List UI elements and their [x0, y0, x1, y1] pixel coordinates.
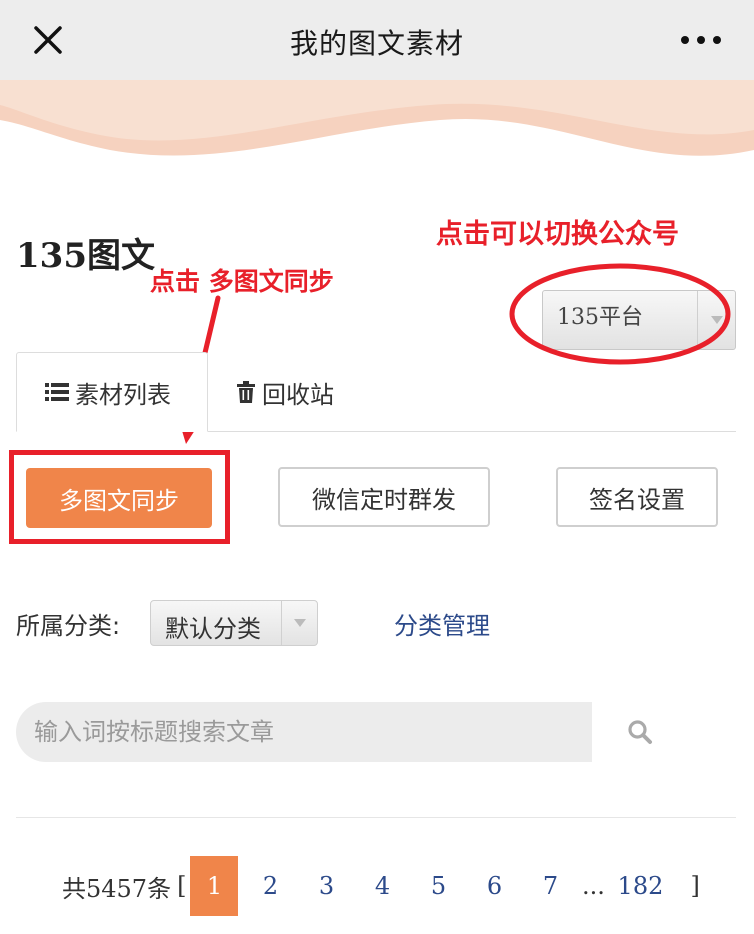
- more-dots-icon: [681, 36, 721, 44]
- decorative-wave: [0, 80, 754, 180]
- tab-bar: 素材列表 回收站: [16, 352, 736, 432]
- list-icon: [45, 382, 69, 402]
- category-label: 所属分类:: [16, 612, 121, 640]
- page-link[interactable]: 4: [354, 856, 410, 916]
- more-button[interactable]: [676, 22, 726, 58]
- annotation-switch-account: 点击可以切换公众号: [436, 219, 679, 250]
- chevron-down-icon: [697, 291, 735, 349]
- chevron-down-icon: [281, 601, 317, 645]
- scheduled-broadcast-button[interactable]: 微信定时群发: [278, 467, 490, 527]
- annotation-sync-hint: 点击 多图文同步: [150, 267, 334, 296]
- page-link[interactable]: 7: [522, 856, 578, 916]
- page-current[interactable]: 1: [190, 856, 239, 916]
- pagination: 共5457条 [ 1 2 3 4 5 6 7 ... 182 ]: [62, 856, 700, 916]
- signature-settings-button[interactable]: 签名设置: [556, 467, 718, 527]
- tab-recycle-bin[interactable]: 回收站: [236, 352, 334, 432]
- category-select-value: 默认分类: [165, 615, 261, 643]
- pagination-close-bracket: ]: [690, 872, 700, 900]
- category-select[interactable]: 默认分类: [150, 600, 318, 646]
- tab-label: 回收站: [262, 380, 334, 409]
- category-manage-link[interactable]: 分类管理: [394, 606, 490, 641]
- page-link[interactable]: 2: [242, 856, 298, 916]
- multi-article-sync-button[interactable]: 多图文同步: [26, 468, 212, 528]
- trash-icon: [236, 381, 256, 403]
- tab-material-list[interactable]: 素材列表: [16, 352, 208, 432]
- total-count: 共5457条: [62, 874, 172, 903]
- tab-label: 素材列表: [75, 380, 171, 409]
- page-link[interactable]: 3: [298, 856, 354, 916]
- pagination-open-bracket: [: [177, 872, 187, 900]
- top-bar: 我的图文素材: [0, 0, 754, 80]
- page-last[interactable]: 182: [608, 856, 672, 916]
- account-select[interactable]: 135平台: [542, 290, 736, 350]
- page-title: 我的图文素材: [289, 27, 464, 60]
- search-input[interactable]: [16, 702, 592, 762]
- search-button[interactable]: [592, 702, 688, 762]
- account-name-heading: 135图文: [16, 236, 155, 276]
- pagination-ellipsis: ...: [582, 872, 605, 900]
- account-select-value: 135平台: [557, 305, 643, 330]
- search-icon: [628, 720, 652, 744]
- divider: [16, 817, 736, 818]
- page-link[interactable]: 5: [410, 856, 466, 916]
- page-link[interactable]: 6: [466, 856, 522, 916]
